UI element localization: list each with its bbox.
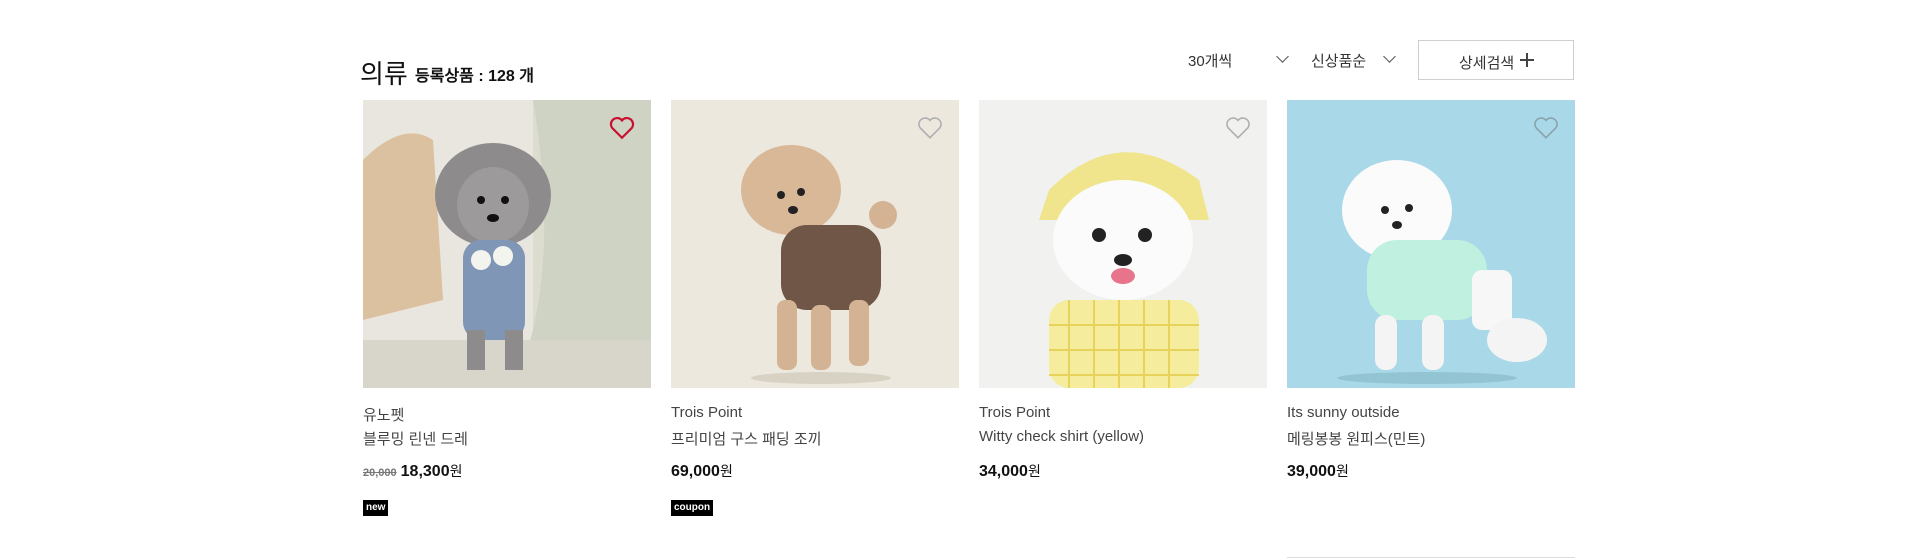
chevron-down-icon (1383, 50, 1396, 63)
product-price: 34,000원 (979, 461, 1041, 481)
product-name[interactable]: 블루밍 린넨 드레 (363, 428, 468, 449)
advanced-search-label: 상세검색 (1459, 55, 1515, 72)
product-brand: Trois Point (979, 404, 1051, 421)
product-name[interactable]: 메링봉봉 원피스(민트) (1287, 428, 1425, 449)
advanced-search-button[interactable]: 상세검색 (1418, 40, 1574, 80)
currency-label: 원 (449, 463, 463, 479)
product-image-check-shirt[interactable] (979, 100, 1267, 388)
product-count: 등록상품 : 128 개 (415, 68, 534, 85)
per-page-select[interactable]: 30개씩 (1188, 50, 1289, 71)
product-price: 39,000원 (1287, 461, 1349, 481)
product-image-mint-dress[interactable] (1287, 100, 1575, 388)
heart-icon[interactable] (1225, 116, 1251, 140)
currency-label: 원 (1027, 463, 1041, 479)
product-brand: Its sunny outside (1287, 404, 1400, 421)
product-price: 20,000 18,300원 (363, 461, 462, 481)
sale-price: 69,000 (671, 463, 720, 480)
sale-price: 18,300 (400, 463, 450, 480)
heart-icon[interactable] (609, 116, 635, 140)
heart-icon[interactable] (1533, 116, 1559, 140)
product-image-padding-vest[interactable] (671, 100, 959, 388)
list-header: 의류 등록상품 : 128 개 30개씩 신상품순 상세검색 (360, 40, 1574, 89)
chevron-down-icon (1276, 50, 1289, 63)
product-name[interactable]: 프리미엄 구스 패딩 조끼 (671, 428, 822, 449)
sale-price: 34,000 (979, 463, 1028, 480)
sale-price: 39,000 (1287, 463, 1336, 480)
currency-label: 원 (1335, 463, 1349, 479)
sort-select[interactable]: 신상품순 (1311, 50, 1396, 71)
page-title: 의류 (360, 59, 408, 89)
coupon-badge: coupon (671, 500, 714, 516)
per-page-label: 30개씩 (1188, 53, 1233, 70)
product-brand: 유노펫 (363, 407, 405, 424)
product-name[interactable]: Witty check shirt (yellow) (979, 428, 1144, 445)
product-brand: Trois Point (671, 404, 743, 421)
product-image-poodle-dress[interactable] (363, 100, 651, 388)
original-price: 20,000 (363, 467, 397, 479)
product-price: 69,000원 (671, 461, 733, 481)
new-badge: new (363, 500, 389, 516)
sort-label: 신상품순 (1311, 53, 1367, 70)
currency-label: 원 (719, 463, 733, 479)
heart-icon[interactable] (917, 116, 943, 140)
plus-icon (1520, 53, 1534, 67)
